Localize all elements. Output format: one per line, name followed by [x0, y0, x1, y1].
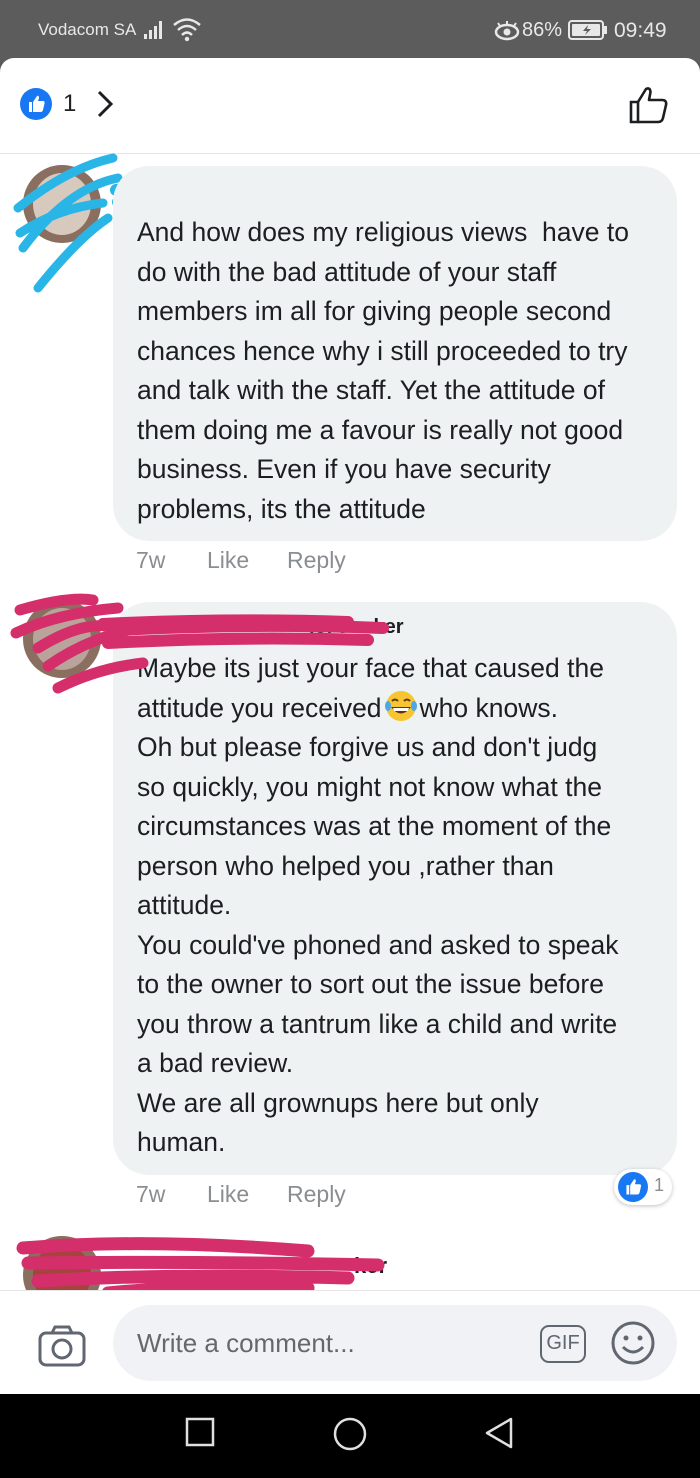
- reply-link[interactable]: Reply: [287, 1181, 346, 1208]
- recent-apps-icon[interactable]: [184, 1416, 216, 1448]
- commenter-name[interactable]: joi Jonker: [309, 616, 403, 639]
- battery-percent: 86%: [522, 19, 563, 41]
- chevron-right-icon[interactable]: [94, 88, 118, 120]
- comment-bubble[interactable]: And how does my religious views have to …: [113, 166, 677, 541]
- comment-text-part: who knows. Oh but please forgive us and …: [137, 692, 619, 1158]
- reaction-count: 1: [654, 1175, 665, 1195]
- battery-icon: [568, 20, 607, 40]
- emoji-icon[interactable]: [610, 1320, 656, 1366]
- status-bar: Vodacom SA 86% 09:49: [0, 0, 700, 62]
- comment-composer: GIF: [0, 1290, 700, 1394]
- camera-icon[interactable]: [38, 1325, 86, 1367]
- comment-text: Maybe its just your face that caused the…: [137, 649, 667, 1163]
- commenter-name[interactable]: ker: [354, 1253, 387, 1279]
- commenter-avatar[interactable]: [23, 600, 101, 678]
- laughing-emoji-icon: [384, 690, 417, 721]
- comment-reaction-pill[interactable]: 1: [614, 1169, 672, 1205]
- reply-link[interactable]: Reply: [287, 547, 346, 574]
- like-reaction-icon: [618, 1172, 648, 1202]
- eye-comfort-icon: [494, 21, 520, 41]
- clock: 09:49: [614, 19, 667, 42]
- like-reaction-icon[interactable]: [20, 88, 52, 120]
- comment-text: And how does my religious views have to …: [137, 217, 629, 524]
- home-icon[interactable]: [332, 1416, 368, 1452]
- carrier-name: Vodacom SA: [38, 20, 137, 39]
- signal-icon: [144, 21, 162, 39]
- comment-input[interactable]: [137, 1323, 517, 1363]
- gif-button[interactable]: GIF: [540, 1325, 586, 1363]
- commenter-avatar[interactable]: [23, 165, 101, 243]
- reaction-count[interactable]: 1: [63, 90, 76, 118]
- comment-input-container[interactable]: GIF: [113, 1305, 677, 1381]
- comment-meta: 7w Like Reply: [136, 547, 436, 579]
- comments-sheet: 1 And how does my religious views have t…: [0, 58, 700, 1394]
- comment-age: 7w: [136, 1181, 166, 1207]
- like-link[interactable]: Like: [207, 1181, 249, 1208]
- system-navigation-bar: [0, 1394, 700, 1478]
- comment-meta: 7w Like Reply: [136, 1181, 436, 1213]
- back-icon[interactable]: [482, 1416, 516, 1450]
- comment-age: 7w: [136, 547, 166, 573]
- like-link[interactable]: Like: [207, 547, 249, 574]
- comments-header: 1: [0, 58, 700, 154]
- thumbs-up-icon[interactable]: [628, 85, 670, 125]
- comment-bubble[interactable]: joi Jonker Maybe its just your face that…: [113, 602, 677, 1175]
- wifi-icon: [173, 18, 201, 42]
